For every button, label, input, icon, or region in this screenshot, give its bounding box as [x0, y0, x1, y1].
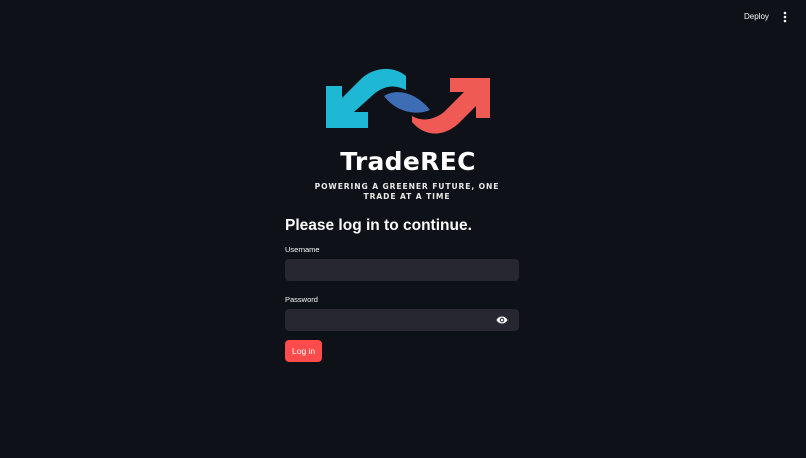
username-label: Username [285, 245, 320, 254]
vertical-dots-icon [783, 11, 787, 23]
login-button[interactable]: Log in [285, 340, 323, 362]
password-input[interactable] [285, 309, 519, 331]
username-input[interactable] [285, 259, 519, 281]
top-toolbar: Deploy [0, 0, 806, 32]
login-form: Please log in to continue. Username Pass… [285, 214, 519, 362]
tagline-line-2: TRADE AT A TIME [363, 192, 451, 201]
password-field-container [285, 309, 519, 331]
username-field-container [285, 259, 519, 281]
deploy-button[interactable]: Deploy [740, 8, 773, 26]
eye-icon [496, 316, 508, 324]
login-title: Please log in to continue. [285, 217, 472, 234]
password-label: Password [285, 295, 318, 304]
brand-tagline: POWERING A GREENER FUTURE, ONE TRADE AT … [300, 182, 514, 202]
show-password-button[interactable] [495, 314, 509, 326]
tagline-line-1: POWERING A GREENER FUTURE, ONE [314, 182, 500, 191]
main-menu-button[interactable] [777, 8, 793, 26]
brand-name: TradeREC [340, 147, 476, 176]
logo-leaf [384, 92, 430, 113]
